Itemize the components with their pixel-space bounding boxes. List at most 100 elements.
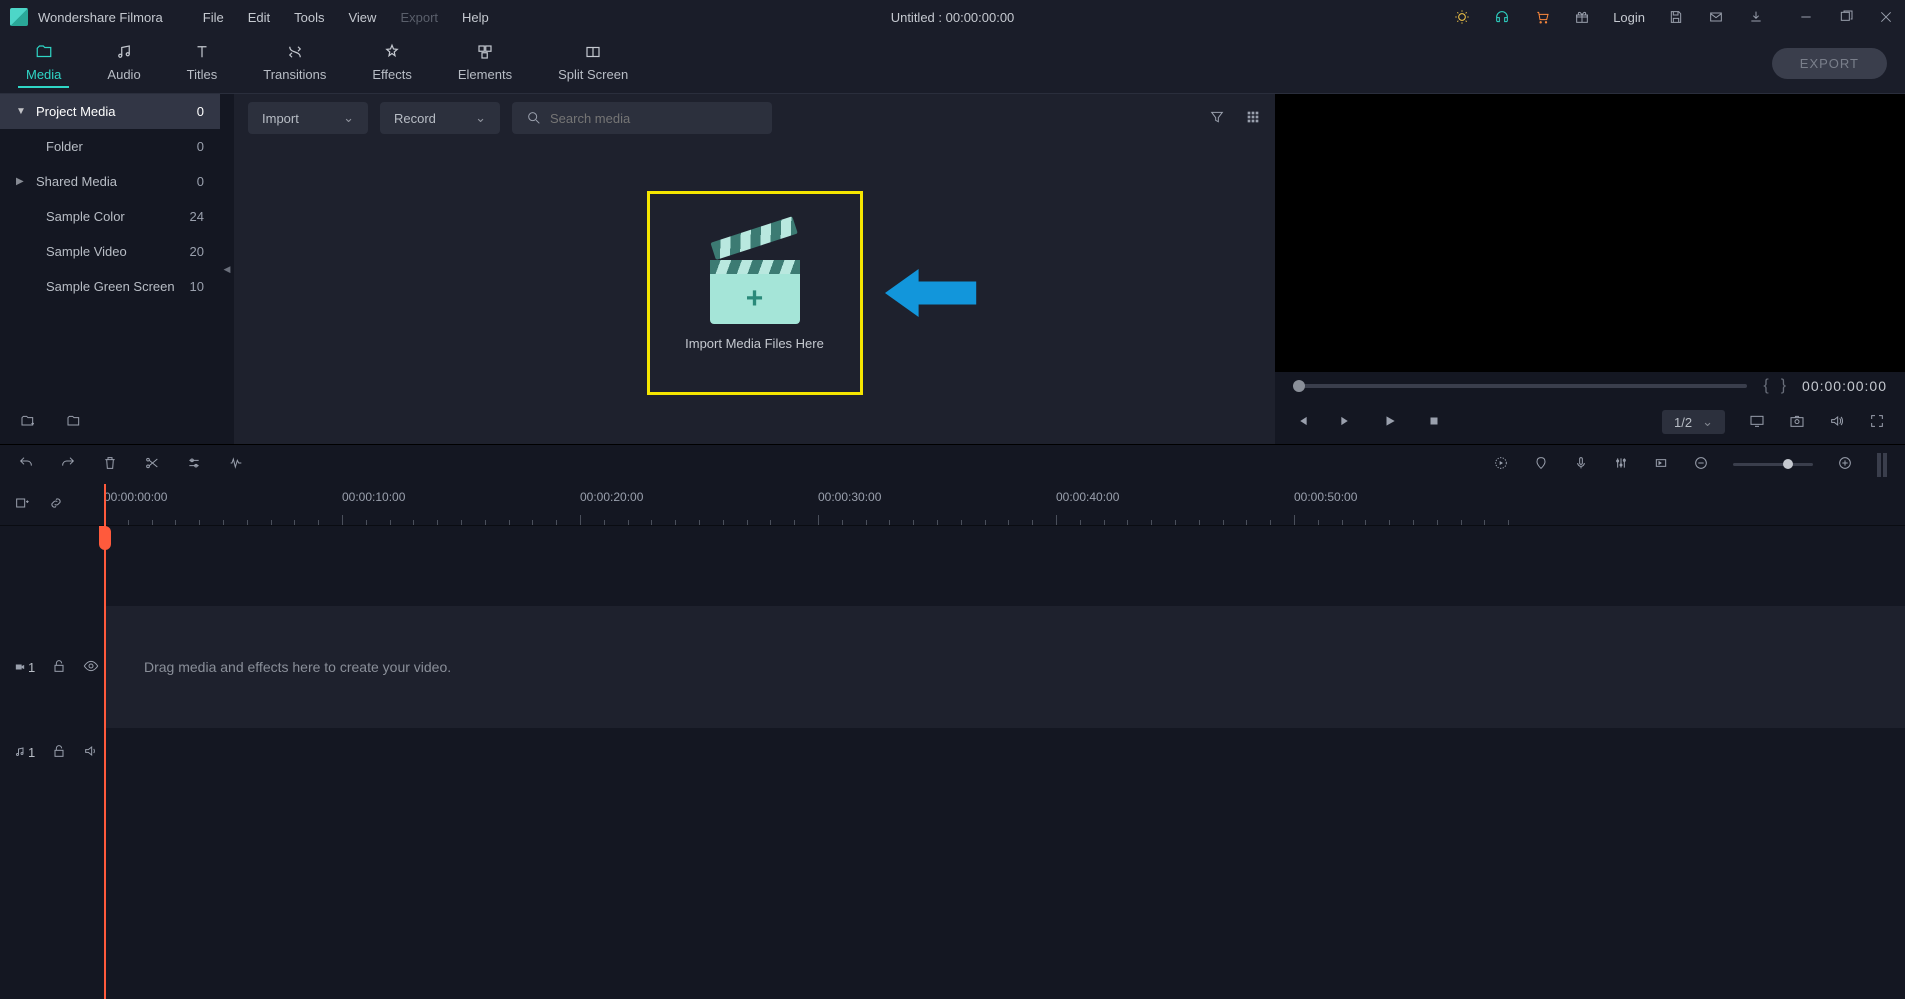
media-pane: Import Record + Imp bbox=[234, 94, 1275, 444]
mark-out-icon[interactable]: } bbox=[1781, 377, 1786, 395]
tab-elements-label: Elements bbox=[458, 67, 512, 82]
tab-elements[interactable]: Elements bbox=[450, 39, 520, 88]
sidebar-item-folder[interactable]: Folder 0 bbox=[0, 129, 220, 164]
search-icon bbox=[526, 110, 542, 126]
menu-help[interactable]: Help bbox=[462, 10, 489, 25]
close-icon[interactable] bbox=[1877, 8, 1895, 26]
preview-pane: {} 00:00:00:00 1/2⌄ bbox=[1275, 94, 1905, 444]
cart-icon[interactable] bbox=[1533, 8, 1551, 26]
add-track-icon[interactable] bbox=[14, 495, 30, 514]
timeline: 00:00:00:0000:00:10:0000:00:20:0000:00:3… bbox=[0, 484, 1905, 999]
lock-icon[interactable] bbox=[51, 743, 67, 762]
volume-icon[interactable] bbox=[1829, 413, 1845, 432]
prev-frame-icon[interactable] bbox=[1295, 414, 1309, 431]
snapshot-icon[interactable] bbox=[1789, 413, 1805, 432]
menubar: File Edit Tools View Export Help bbox=[203, 10, 489, 25]
audio-track[interactable]: 1 bbox=[0, 728, 1905, 776]
tab-effects[interactable]: Effects bbox=[364, 39, 420, 88]
expand-arrow-icon: ▼ bbox=[16, 106, 28, 117]
voiceover-icon[interactable] bbox=[1573, 455, 1589, 474]
save-icon[interactable] bbox=[1667, 8, 1685, 26]
sidebar-item-sample-video[interactable]: Sample Video 20 bbox=[0, 234, 220, 269]
menu-tools[interactable]: Tools bbox=[294, 10, 324, 25]
minimize-icon[interactable] bbox=[1797, 8, 1815, 26]
tutorial-arrow-icon bbox=[885, 263, 981, 323]
app-name: Wondershare Filmora bbox=[38, 10, 163, 25]
menu-view[interactable]: View bbox=[348, 10, 376, 25]
zoom-out-icon[interactable] bbox=[1693, 455, 1709, 474]
adjust-icon[interactable] bbox=[186, 455, 202, 474]
link-icon[interactable] bbox=[48, 495, 64, 514]
video-track[interactable]: 1 Drag media and effects here to create … bbox=[0, 606, 1905, 728]
tab-split-screen[interactable]: Split Screen bbox=[550, 39, 636, 88]
menu-file[interactable]: File bbox=[203, 10, 224, 25]
collapse-sidebar-handle[interactable] bbox=[220, 94, 234, 444]
import-dropdown[interactable]: Import bbox=[248, 102, 368, 134]
delete-icon[interactable] bbox=[102, 455, 118, 474]
marker-icon[interactable] bbox=[1533, 455, 1549, 474]
login-button[interactable]: Login bbox=[1613, 10, 1645, 25]
visibility-icon[interactable] bbox=[83, 658, 99, 677]
split-icon[interactable] bbox=[144, 455, 160, 474]
redo-icon[interactable] bbox=[60, 455, 76, 474]
preview-scrubber[interactable] bbox=[1293, 384, 1747, 388]
document-title: Untitled : 00:00:00:00 bbox=[891, 10, 1015, 25]
download-icon[interactable] bbox=[1747, 8, 1765, 26]
tab-transitions-label: Transitions bbox=[263, 67, 326, 82]
lock-icon[interactable] bbox=[51, 658, 67, 677]
crop-icon[interactable] bbox=[1653, 455, 1669, 474]
play-icon[interactable] bbox=[1383, 414, 1397, 431]
zoom-slider[interactable] bbox=[1733, 463, 1813, 466]
tab-effects-label: Effects bbox=[372, 67, 412, 82]
timeline-toolbar bbox=[0, 444, 1905, 484]
render-icon[interactable] bbox=[1493, 455, 1509, 474]
playhead[interactable] bbox=[104, 484, 106, 999]
timeline-view-toggle[interactable] bbox=[1877, 453, 1887, 477]
gift-icon[interactable] bbox=[1573, 8, 1591, 26]
maximize-icon[interactable] bbox=[1837, 8, 1855, 26]
sidebar-item-sample-color[interactable]: Sample Color 24 bbox=[0, 199, 220, 234]
tab-audio-label: Audio bbox=[107, 67, 140, 82]
import-media-box[interactable]: + Import Media Files Here bbox=[647, 191, 863, 395]
search-input[interactable] bbox=[550, 111, 758, 126]
tips-icon[interactable] bbox=[1453, 8, 1471, 26]
sidebar-item-sample-green[interactable]: Sample Green Screen 10 bbox=[0, 269, 220, 304]
menu-edit[interactable]: Edit bbox=[248, 10, 270, 25]
track-drop-hint: Drag media and effects here to create yo… bbox=[104, 606, 1905, 728]
tab-titles[interactable]: Titles bbox=[179, 39, 226, 88]
titlebar: Wondershare Filmora File Edit Tools View… bbox=[0, 0, 1905, 34]
playback-speed-dropdown[interactable]: 1/2⌄ bbox=[1662, 410, 1725, 434]
fullscreen-icon[interactable] bbox=[1869, 413, 1885, 432]
media-sidebar: ▼ Project Media 0 Folder 0 ▶ Shared Medi… bbox=[0, 94, 220, 444]
support-icon[interactable] bbox=[1493, 8, 1511, 26]
menu-export: Export bbox=[400, 10, 438, 25]
audio-beat-icon[interactable] bbox=[228, 455, 244, 474]
next-frame-icon[interactable] bbox=[1339, 414, 1353, 431]
display-icon[interactable] bbox=[1749, 413, 1765, 432]
video-track-badge: 1 bbox=[14, 660, 35, 675]
mark-in-icon[interactable]: { bbox=[1763, 377, 1768, 395]
record-dropdown[interactable]: Record bbox=[380, 102, 500, 134]
tab-transitions[interactable]: Transitions bbox=[255, 39, 334, 88]
mute-icon[interactable] bbox=[83, 743, 99, 762]
filter-icon[interactable] bbox=[1209, 109, 1225, 128]
tab-audio[interactable]: Audio bbox=[99, 39, 148, 88]
tab-media[interactable]: Media bbox=[18, 39, 69, 88]
new-folder-icon[interactable] bbox=[20, 413, 36, 432]
undo-icon[interactable] bbox=[18, 455, 34, 474]
sidebar-item-project-media[interactable]: ▼ Project Media 0 bbox=[0, 94, 220, 129]
search-media[interactable] bbox=[512, 102, 772, 134]
clapperboard-icon: + bbox=[710, 236, 800, 316]
import-media-label: Import Media Files Here bbox=[685, 336, 824, 351]
export-button: EXPORT bbox=[1772, 48, 1887, 79]
tab-splitscreen-label: Split Screen bbox=[558, 67, 628, 82]
grid-view-icon[interactable] bbox=[1245, 109, 1261, 128]
audio-mixer-icon[interactable] bbox=[1613, 455, 1629, 474]
open-folder-icon[interactable] bbox=[66, 413, 82, 432]
message-icon[interactable] bbox=[1707, 8, 1725, 26]
sidebar-item-shared-media[interactable]: ▶ Shared Media 0 bbox=[0, 164, 220, 199]
workspace-tabs: Media Audio Titles Transitions Effects E… bbox=[0, 34, 1905, 94]
time-ruler[interactable]: 00:00:00:0000:00:10:0000:00:20:0000:00:3… bbox=[104, 484, 1905, 525]
zoom-in-icon[interactable] bbox=[1837, 455, 1853, 474]
stop-icon[interactable] bbox=[1427, 414, 1441, 431]
